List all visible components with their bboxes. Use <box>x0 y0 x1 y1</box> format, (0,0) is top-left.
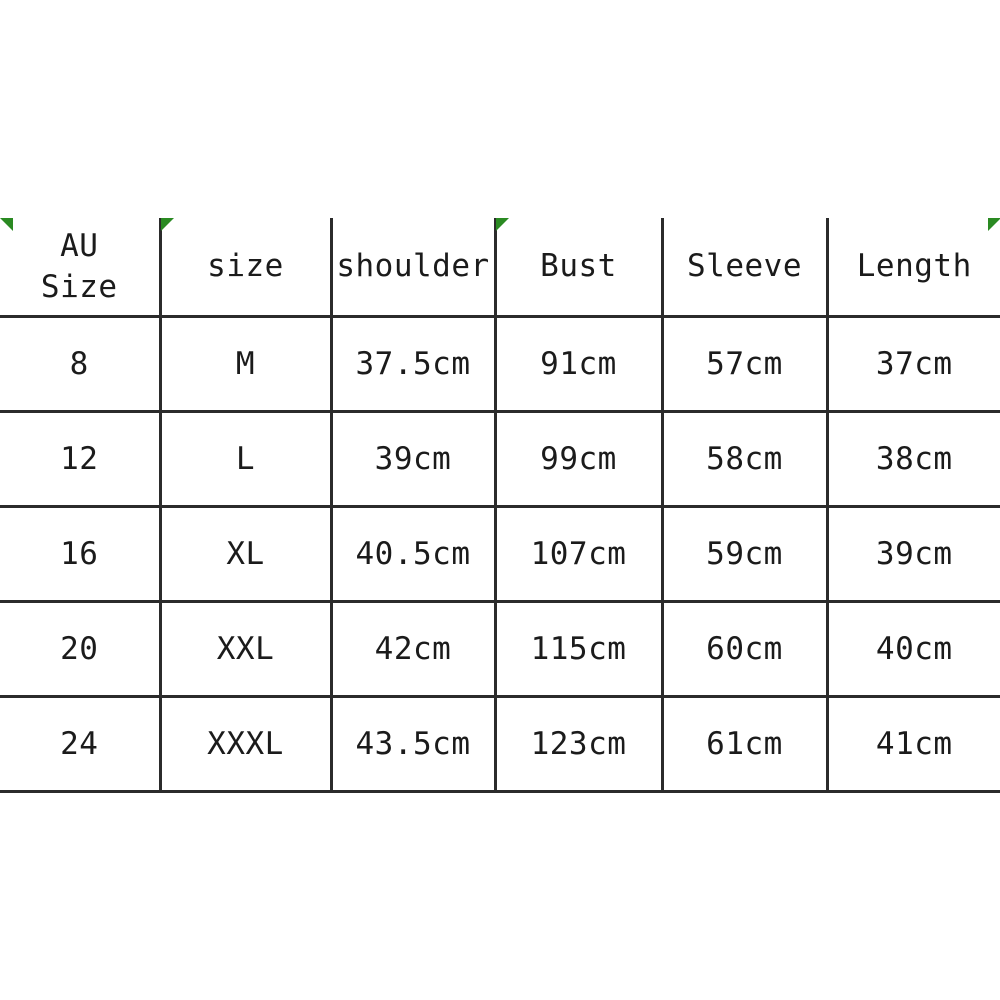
table-header-row: AU Size size shoulder Bust Sleeve Length <box>0 218 1000 318</box>
cell-sleeve: 60cm <box>660 600 829 698</box>
cell-size: L <box>158 410 333 508</box>
table-row: 16 XL 40.5cm 107cm 59cm 39cm <box>0 505 1000 603</box>
cell-bust: 123cm <box>493 695 664 793</box>
cell-sleeve: 61cm <box>660 695 829 793</box>
cell-length: 38cm <box>825 410 1000 508</box>
column-header-au-size: AU Size <box>0 218 162 318</box>
cell-bust: 115cm <box>493 600 664 698</box>
cell-sleeve: 58cm <box>660 410 829 508</box>
cell-length: 37cm <box>825 315 1000 413</box>
cell-shoulder: 42cm <box>329 600 497 698</box>
cell-au-size: 12 <box>0 410 162 508</box>
cell-size: XXL <box>158 600 333 698</box>
cell-sleeve: 57cm <box>660 315 829 413</box>
cell-au-size: 16 <box>0 505 162 603</box>
cell-au-size: 8 <box>0 315 162 413</box>
column-header-sleeve: Sleeve <box>660 218 829 318</box>
column-header-length: Length <box>825 218 1000 318</box>
cell-shoulder: 39cm <box>329 410 497 508</box>
cell-shoulder: 43.5cm <box>329 695 497 793</box>
column-header-shoulder: shoulder <box>329 218 497 318</box>
size-chart-table-region: AU Size size shoulder Bust Sleeve Length… <box>0 218 1000 793</box>
column-header-size: size <box>158 218 333 318</box>
cell-bust: 107cm <box>493 505 664 603</box>
cell-size: XXXL <box>158 695 333 793</box>
cell-length: 40cm <box>825 600 1000 698</box>
cell-au-size: 20 <box>0 600 162 698</box>
cell-au-size: 24 <box>0 695 162 793</box>
size-chart-table: AU Size size shoulder Bust Sleeve Length… <box>0 218 1000 793</box>
table-row: 8 M 37.5cm 91cm 57cm 37cm <box>0 315 1000 413</box>
column-header-bust: Bust <box>493 218 664 318</box>
cell-length: 39cm <box>825 505 1000 603</box>
cell-size: M <box>158 315 333 413</box>
table-row: 24 XXXL 43.5cm 123cm 61cm 41cm <box>0 695 1000 793</box>
cell-length: 41cm <box>825 695 1000 793</box>
cell-shoulder: 40.5cm <box>329 505 497 603</box>
cell-shoulder: 37.5cm <box>329 315 497 413</box>
cell-bust: 99cm <box>493 410 664 508</box>
cell-bust: 91cm <box>493 315 664 413</box>
cell-size: XL <box>158 505 333 603</box>
table-row: 20 XXL 42cm 115cm 60cm 40cm <box>0 600 1000 698</box>
cell-sleeve: 59cm <box>660 505 829 603</box>
page-canvas: AU Size size shoulder Bust Sleeve Length… <box>0 0 1000 1000</box>
table-row: 12 L 39cm 99cm 58cm 38cm <box>0 410 1000 508</box>
